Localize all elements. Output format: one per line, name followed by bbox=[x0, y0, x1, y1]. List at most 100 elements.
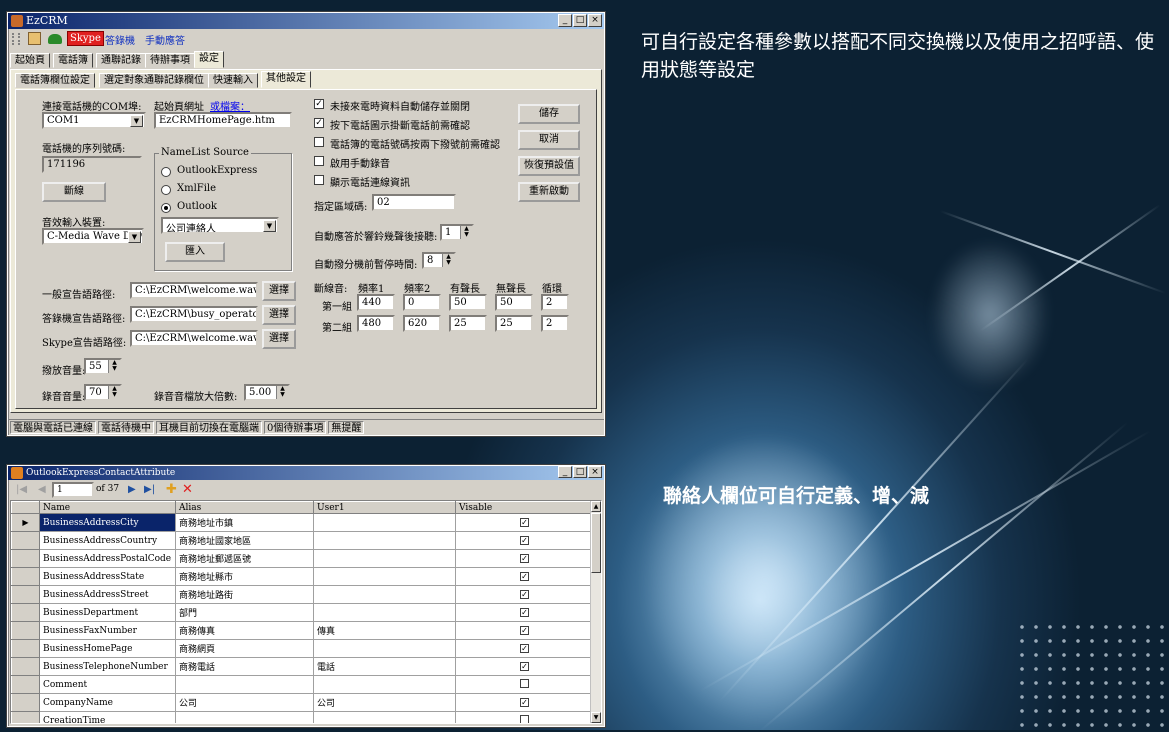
scroll-thumb[interactable] bbox=[591, 513, 601, 573]
visible-checkbox[interactable]: ✓ bbox=[520, 661, 529, 671]
tab-call-log[interactable]: 通聯記錄 bbox=[96, 53, 146, 68]
table-row[interactable]: ▶ BusinessAddressCity 商務地址市鎮 ✓ bbox=[11, 513, 594, 532]
cell-visible[interactable]: ✓ bbox=[455, 693, 594, 712]
scroll-down-icon[interactable]: ▼ bbox=[591, 712, 601, 723]
checkbox-confirm-dial[interactable] bbox=[314, 137, 324, 147]
tone-row2-off[interactable]: 25 bbox=[495, 315, 533, 332]
tab-selected-call-log-fields[interactable]: 選定對象通聯記錄欄位 bbox=[99, 73, 209, 88]
close-button[interactable]: × bbox=[588, 14, 602, 27]
row-header[interactable] bbox=[11, 657, 40, 676]
next-record-icon[interactable]: ▶ bbox=[128, 484, 136, 495]
vertical-scrollbar[interactable]: ▲ ▼ bbox=[590, 501, 601, 723]
tone-row2-on[interactable]: 25 bbox=[449, 315, 487, 332]
cell-user1[interactable]: 傳真 bbox=[313, 621, 456, 640]
restore-defaults-button[interactable]: 恢復預設值 bbox=[518, 156, 580, 176]
cell-user1[interactable] bbox=[313, 585, 456, 604]
cell-name[interactable]: BusinessAddressPostalCode bbox=[39, 549, 176, 568]
tone-row1-on[interactable]: 50 bbox=[449, 294, 487, 311]
cell-user1[interactable] bbox=[313, 513, 456, 532]
cell-alias[interactable]: 商務電話 bbox=[175, 657, 314, 676]
visible-checkbox[interactable]: ✓ bbox=[520, 553, 529, 563]
visible-checkbox[interactable]: ✓ bbox=[520, 625, 529, 635]
disconnect-button[interactable]: 斷線 bbox=[42, 182, 106, 202]
tab-quick-input[interactable]: 快速輸入 bbox=[208, 73, 258, 88]
cell-alias[interactable]: 商務網頁 bbox=[175, 639, 314, 658]
cell-name[interactable]: BusinessAddressCountry bbox=[39, 531, 176, 550]
tone-row2-freq2[interactable]: 620 bbox=[403, 315, 441, 332]
cell-alias[interactable]: 公司 bbox=[175, 693, 314, 712]
cell-user1[interactable]: 公司 bbox=[313, 693, 456, 712]
cell-visible[interactable]: ✓ bbox=[455, 621, 594, 640]
visible-checkbox[interactable]: ✓ bbox=[520, 607, 529, 617]
cell-user1[interactable] bbox=[313, 603, 456, 622]
spin-arrows-icon[interactable]: ▲ ▼ bbox=[442, 254, 454, 267]
tab-home[interactable]: 起始頁 bbox=[10, 53, 50, 68]
row-header[interactable] bbox=[11, 603, 40, 622]
cell-name[interactable]: Comment bbox=[39, 675, 176, 694]
table-row[interactable]: BusinessAddressStreet 商務地址路街 ✓ bbox=[11, 585, 594, 604]
toolbar-manual-answer-button[interactable]: 手動應答 bbox=[145, 32, 185, 47]
add-record-icon[interactable]: ✚ bbox=[166, 482, 177, 497]
cell-user1[interactable] bbox=[313, 675, 456, 694]
cell-visible[interactable]: ✓ bbox=[455, 603, 594, 622]
record-amplify-stepper[interactable]: 5.00 ▲ ▼ bbox=[244, 384, 290, 401]
row-header[interactable] bbox=[11, 567, 40, 586]
cell-name[interactable]: BusinessTelephoneNumber bbox=[39, 657, 176, 676]
cell-alias[interactable]: 商務地址路街 bbox=[175, 585, 314, 604]
cell-visible[interactable]: ✓ bbox=[455, 567, 594, 586]
delete-record-icon[interactable]: ✕ bbox=[182, 482, 193, 497]
spin-arrows-icon[interactable]: ▲ ▼ bbox=[108, 360, 120, 373]
table-row[interactable]: BusinessAddressCountry 商務地址國家地區 ✓ bbox=[11, 531, 594, 550]
row-header[interactable] bbox=[11, 675, 40, 694]
greeting-skype-choose-button[interactable]: 選擇 bbox=[262, 329, 296, 349]
cell-alias[interactable]: 商務傳真 bbox=[175, 621, 314, 640]
cell-name[interactable]: BusinessHomePage bbox=[39, 639, 176, 658]
home-file-link[interactable]: 或檔案： bbox=[210, 98, 250, 113]
spin-arrows-icon[interactable]: ▲ ▼ bbox=[276, 386, 288, 399]
cell-alias[interactable]: 商務地址郵遞區號 bbox=[175, 549, 314, 568]
visible-checkbox[interactable] bbox=[520, 714, 529, 723]
cell-user1[interactable] bbox=[313, 567, 456, 586]
row-header[interactable] bbox=[11, 693, 40, 712]
scroll-up-icon[interactable]: ▲ bbox=[591, 501, 601, 512]
visible-checkbox[interactable]: ✓ bbox=[520, 517, 529, 527]
greeting-answering-choose-button[interactable]: 選擇 bbox=[262, 305, 296, 325]
close-button[interactable]: × bbox=[588, 466, 602, 478]
cell-visible[interactable]: ✓ bbox=[455, 513, 594, 532]
cell-name[interactable]: BusinessAddressCity bbox=[39, 513, 176, 532]
auto-answer-stepper[interactable]: 1 ▲ ▼ bbox=[440, 224, 474, 241]
greeting-skype-path[interactable]: C:\EzCRM\welcome.wav bbox=[130, 330, 258, 347]
table-row[interactable]: CompanyName 公司 公司 ✓ bbox=[11, 693, 594, 712]
tab-todo[interactable]: 待辦事項 bbox=[145, 53, 195, 68]
maximize-button[interactable]: □ bbox=[573, 466, 587, 478]
greeting-general-choose-button[interactable]: 選擇 bbox=[262, 281, 296, 301]
table-row[interactable]: BusinessTelephoneNumber 商務電話 電話 ✓ bbox=[11, 657, 594, 676]
row-header[interactable] bbox=[11, 585, 40, 604]
tone-row2-loop[interactable]: 2 bbox=[541, 315, 569, 332]
table-row[interactable]: BusinessAddressState 商務地址縣市 ✓ bbox=[11, 567, 594, 586]
cell-user1[interactable] bbox=[313, 549, 456, 568]
com-port-select[interactable]: COM1 ▼ bbox=[42, 112, 146, 129]
cell-user1[interactable] bbox=[313, 711, 456, 723]
tone-row2-freq1[interactable]: 480 bbox=[357, 315, 395, 332]
prev-record-icon[interactable]: ◀ bbox=[38, 484, 46, 495]
cell-name[interactable]: BusinessDepartment bbox=[39, 603, 176, 622]
save-button[interactable]: 儲存 bbox=[518, 104, 580, 124]
cell-name[interactable]: BusinessAddressState bbox=[39, 567, 176, 586]
tab-other-settings[interactable]: 其他設定 bbox=[261, 71, 311, 88]
cell-alias[interactable] bbox=[175, 711, 314, 723]
toolbar-answering-machine-button[interactable]: 答錄機 bbox=[105, 32, 135, 47]
radio-xmlfile[interactable] bbox=[161, 185, 171, 195]
row-header[interactable] bbox=[11, 621, 40, 640]
first-record-icon[interactable]: |◀ bbox=[16, 484, 27, 495]
row-header[interactable] bbox=[11, 531, 40, 550]
row-header[interactable] bbox=[11, 549, 40, 568]
cell-visible[interactable]: ✓ bbox=[455, 531, 594, 550]
cell-user1[interactable] bbox=[313, 639, 456, 658]
tone-row1-freq1[interactable]: 440 bbox=[357, 294, 395, 311]
record-volume-stepper[interactable]: 70 ▲ ▼ bbox=[84, 384, 122, 401]
cell-visible[interactable]: ✓ bbox=[455, 657, 594, 676]
phone-icon[interactable] bbox=[48, 34, 62, 44]
greeting-answering-path[interactable]: C:\EzCRM\busy_operator.wav bbox=[130, 306, 258, 323]
minimize-button[interactable]: _ bbox=[558, 466, 572, 478]
